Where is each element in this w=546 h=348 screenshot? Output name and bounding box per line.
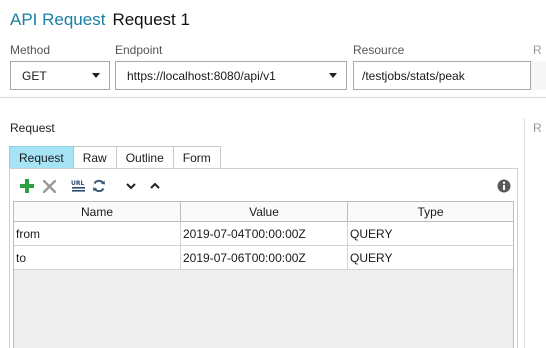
svg-text:URL: URL <box>71 180 84 187</box>
column-header-type[interactable]: Type <box>348 202 513 221</box>
app-title: API Request <box>10 10 106 29</box>
tab-raw[interactable]: Raw <box>73 146 117 169</box>
url-encode-icon: URL <box>71 180 85 192</box>
table-row[interactable]: from 2019-07-04T00:00:00Z QUERY <box>14 222 513 246</box>
move-down-icon <box>126 183 136 190</box>
params-table: Name Value Type from 2019-07-04T00:00:00… <box>13 201 514 348</box>
endpoint-value: https://localhost:8080/api/v1 <box>127 68 276 83</box>
info-icon <box>497 179 511 193</box>
delete-icon <box>42 179 56 193</box>
add-button[interactable] <box>18 177 36 195</box>
method-value: GET <box>22 68 47 83</box>
resource-label: Resource <box>353 43 405 57</box>
method-dropdown[interactable]: GET <box>10 61 110 90</box>
tab-form[interactable]: Form <box>173 146 221 169</box>
delete-button[interactable] <box>40 177 58 195</box>
endpoint-label: Endpoint <box>115 43 163 57</box>
add-icon <box>20 179 34 193</box>
endpoint-dropdown[interactable]: https://localhost:8080/api/v1 <box>115 61 347 90</box>
chevron-down-icon <box>92 73 100 78</box>
chevron-down-icon <box>329 73 337 78</box>
info-button[interactable] <box>495 177 513 195</box>
tab-request[interactable]: Request <box>9 146 74 169</box>
title-bar: API Request Request 1 <box>10 10 190 34</box>
tab-outline[interactable]: Outline <box>116 146 174 169</box>
resource-value: /testjobs/stats/peak <box>362 68 465 83</box>
move-down-button[interactable] <box>122 177 140 195</box>
table-row[interactable]: to 2019-07-06T00:00:00Z QUERY <box>14 246 513 270</box>
panel-divider[interactable] <box>524 118 525 348</box>
cut-off-panel <box>531 61 546 90</box>
method-label: Method <box>10 43 51 57</box>
table-header: Name Value Type <box>14 202 513 222</box>
params-toolbar: URL <box>18 177 168 195</box>
param-name-cell[interactable]: from <box>14 222 181 245</box>
param-value-cell[interactable]: 2019-07-06T00:00:00Z <box>181 246 348 269</box>
url-encode-button[interactable]: URL <box>70 177 88 195</box>
move-up-icon <box>150 182 160 189</box>
param-value-cell[interactable]: 2019-07-04T00:00:00Z <box>181 222 348 245</box>
param-name-cell[interactable]: to <box>14 246 181 269</box>
request-section-label: Request <box>10 121 55 135</box>
column-header-value[interactable]: Value <box>181 202 348 221</box>
refresh-button[interactable] <box>90 177 108 195</box>
param-type-cell[interactable]: QUERY <box>348 246 513 269</box>
request-title: Request 1 <box>112 10 190 29</box>
resource-input[interactable]: /testjobs/stats/peak <box>353 61 531 90</box>
cut-off-label: R <box>533 43 542 57</box>
move-up-button[interactable] <box>146 177 164 195</box>
divider <box>0 97 546 98</box>
column-header-name[interactable]: Name <box>14 202 181 221</box>
refresh-icon <box>93 179 105 193</box>
param-type-cell[interactable]: QUERY <box>348 222 513 245</box>
request-tabs: Request Raw Outline Form <box>9 146 221 169</box>
cut-off-label: R <box>533 121 542 135</box>
